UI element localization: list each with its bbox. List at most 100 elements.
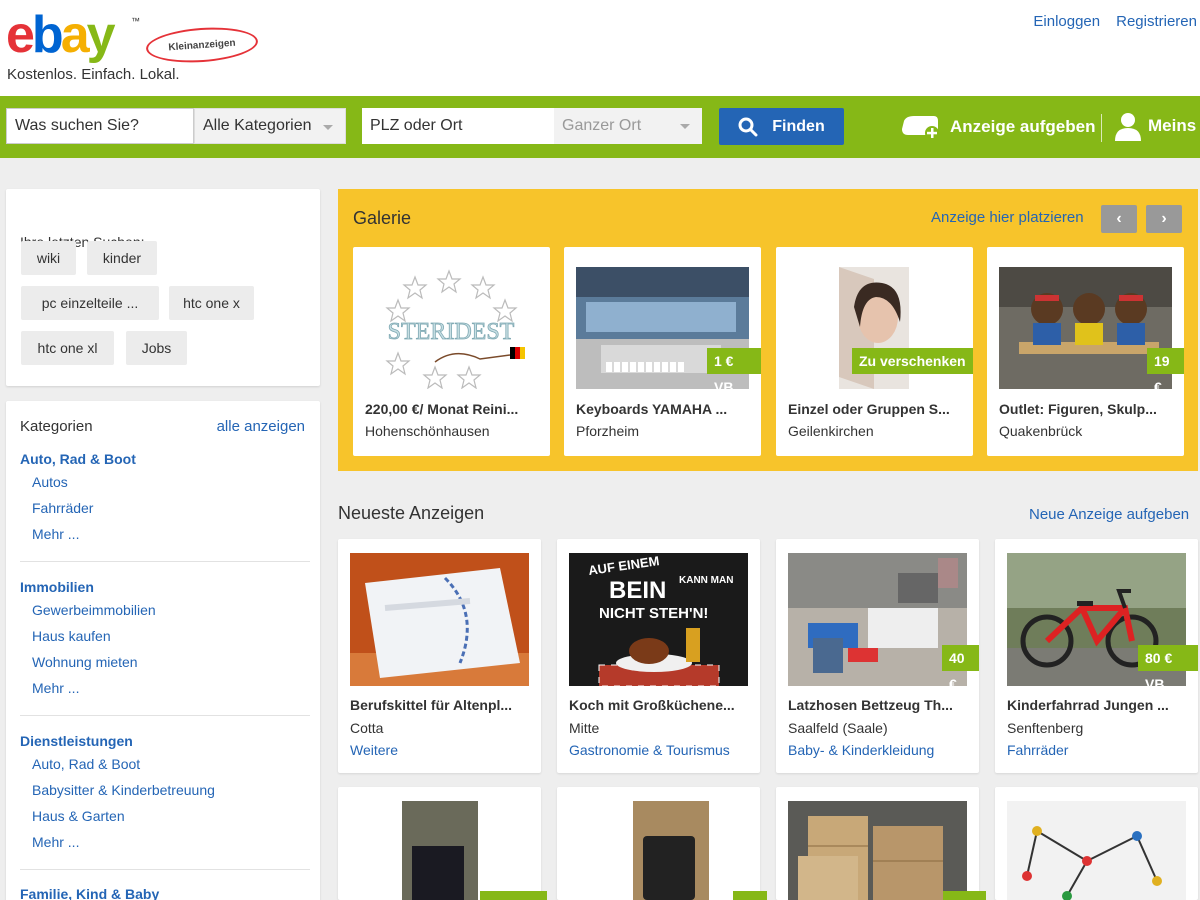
recent-chip[interactable]: Jobs bbox=[126, 331, 187, 365]
search-icon bbox=[738, 117, 758, 136]
gallery-section: Galerie Anzeige hier platzieren ‹ › STER… bbox=[338, 189, 1198, 471]
category-select-value: Alle Kategorien bbox=[203, 117, 312, 134]
gallery-prev-button[interactable]: ‹ bbox=[1101, 205, 1137, 233]
category-item[interactable]: Gewerbeimmobilien bbox=[20, 601, 306, 627]
listing-location: Mitte bbox=[569, 720, 600, 736]
svg-text:STERIDEST: STERIDEST bbox=[388, 319, 515, 345]
category-group-title[interactable]: Familie, Kind & Baby bbox=[20, 886, 306, 900]
listing-card[interactable] bbox=[995, 787, 1198, 900]
category-item[interactable]: Mehr ... bbox=[20, 525, 306, 551]
logo[interactable]: ebay ™ Kleinanzeigen bbox=[6, 6, 260, 66]
chevron-right-icon: › bbox=[1161, 210, 1167, 227]
listing-category-link[interactable]: Fahrräder bbox=[1007, 742, 1068, 758]
listing-image: STERIDEST bbox=[365, 267, 538, 390]
categories-panel: Kategorien alle anzeigen Auto, Rad & Boo… bbox=[6, 401, 320, 900]
listing-category-link[interactable]: Baby- & Kinderkleidung bbox=[788, 742, 934, 758]
top-nav: Einloggen Registrieren bbox=[1033, 13, 1197, 30]
price-badge: 40 € bbox=[942, 645, 979, 692]
recent-chip[interactable]: pc einzelteile ... bbox=[21, 286, 159, 320]
category-item[interactable]: Mehr ... bbox=[20, 833, 306, 859]
divider bbox=[20, 715, 310, 716]
listing-card[interactable] bbox=[776, 787, 986, 900]
recent-chip[interactable]: wiki bbox=[21, 241, 76, 275]
listing-image bbox=[788, 801, 967, 900]
gallery-card[interactable]: 1 € VB Keyboards YAMAHA ... Pforzheim bbox=[564, 247, 761, 456]
category-select[interactable]: Alle Kategorien bbox=[194, 108, 346, 144]
listing-location: Pforzheim bbox=[576, 423, 640, 439]
listing-image bbox=[569, 801, 748, 900]
register-link[interactable]: Registrieren bbox=[1116, 13, 1197, 30]
listing-location: Senftenberg bbox=[1007, 720, 1084, 736]
ebay-wordmark: ebay bbox=[6, 6, 116, 64]
listing-card[interactable]: 80 € VB Kinderfahrrad Jungen ... Senften… bbox=[995, 539, 1198, 773]
chevron-down-icon bbox=[323, 125, 333, 130]
listing-card[interactable] bbox=[338, 787, 547, 900]
find-button-label: Finden bbox=[772, 117, 825, 135]
tagline: Kostenlos. Einfach. Lokal. bbox=[7, 66, 180, 83]
radius-select-value: Ganzer Ort bbox=[562, 117, 642, 134]
listing-card[interactable]: Berufskittel für Altenpl... Cotta Weiter… bbox=[338, 539, 541, 773]
account-button[interactable]: Meins bbox=[1114, 111, 1196, 141]
post-ad-button[interactable]: Anzeige aufgeben bbox=[900, 113, 1095, 141]
price-badge: Zu verschenken bbox=[852, 348, 973, 374]
radius-select[interactable]: Ganzer Ort bbox=[554, 108, 702, 144]
gallery-card[interactable]: 19 € Outlet: Figuren, Skulp... Quakenbrü… bbox=[987, 247, 1184, 456]
listing-image bbox=[1007, 801, 1186, 900]
login-link[interactable]: Einloggen bbox=[1033, 13, 1100, 30]
new-ad-link[interactable]: Neue Anzeige aufgeben bbox=[1029, 506, 1189, 523]
listing-card[interactable] bbox=[557, 787, 767, 900]
category-item[interactable]: Haus & Garten bbox=[20, 807, 306, 833]
category-item[interactable]: Haus kaufen bbox=[20, 627, 306, 653]
listing-location: Cotta bbox=[350, 720, 384, 736]
search-bar: Was suchen Sie? Alle Kategorien PLZ oder… bbox=[0, 96, 1200, 158]
divider bbox=[20, 561, 310, 562]
search-input[interactable]: Was suchen Sie? bbox=[6, 108, 194, 144]
price-badge bbox=[943, 891, 986, 900]
cloud-plus-icon bbox=[902, 116, 939, 140]
chevron-down-icon bbox=[680, 124, 690, 129]
listing-location: Hohenschönhausen bbox=[365, 423, 490, 439]
recent-searches-panel: Ihre letzten Suchen: wiki kinder pc einz… bbox=[6, 189, 320, 386]
price-badge: 1 € VB bbox=[707, 348, 761, 395]
latest-title: Neueste Anzeigen bbox=[338, 503, 485, 523]
listing-title: Koch mit Großküchene... bbox=[569, 697, 735, 713]
gallery-title: Galerie bbox=[353, 208, 412, 228]
header: ebay ™ Kleinanzeigen Kostenlos. Einfach.… bbox=[0, 0, 1200, 96]
category-item[interactable]: Auto, Rad & Boot bbox=[20, 755, 306, 781]
svg-text:NICHT STEH'N!: NICHT STEH'N! bbox=[599, 605, 708, 622]
listing-image bbox=[788, 553, 967, 686]
category-group-title[interactable]: Auto, Rad & Boot bbox=[20, 451, 306, 467]
listing-category-link[interactable]: Weitere bbox=[350, 742, 398, 758]
category-item[interactable]: Autos bbox=[20, 473, 306, 499]
listing-title: Latzhosen Bettzeug Th... bbox=[788, 697, 953, 713]
gallery-card[interactable]: Zu verschenken Einzel oder Gruppen S... … bbox=[776, 247, 973, 456]
recent-chip[interactable]: htc one xl bbox=[21, 331, 114, 365]
gallery-next-button[interactable]: › bbox=[1146, 205, 1182, 233]
listing-card[interactable]: 40 € Latzhosen Bettzeug Th... Saalfeld (… bbox=[776, 539, 979, 773]
listing-card[interactable]: AUF EINEM BEIN KANN MAN NICHT STEH'N! Ko… bbox=[557, 539, 760, 773]
show-all-categories-link[interactable]: alle anzeigen bbox=[217, 418, 305, 435]
gallery-card[interactable]: STERIDEST 220,00 €/ Monat Reini... Hohen… bbox=[353, 247, 550, 456]
categories-title: Kategorien bbox=[20, 418, 93, 435]
category-item[interactable]: Mehr ... bbox=[20, 679, 306, 705]
category-group-title[interactable]: Immobilien bbox=[20, 579, 306, 595]
recent-chip[interactable]: kinder bbox=[87, 241, 157, 275]
chevron-left-icon: ‹ bbox=[1116, 210, 1122, 227]
divider bbox=[1101, 114, 1102, 142]
listing-title: Einzel oder Gruppen S... bbox=[788, 401, 950, 417]
post-ad-label: Anzeige aufgeben bbox=[950, 117, 1096, 136]
category-group-title[interactable]: Dienstleistungen bbox=[20, 733, 306, 749]
category-item[interactable]: Fahrräder bbox=[20, 499, 306, 525]
listing-title: Kinderfahrrad Jungen ... bbox=[1007, 697, 1169, 713]
account-label: Meins bbox=[1148, 116, 1197, 135]
price-badge bbox=[480, 891, 547, 900]
category-item[interactable]: Wohnung mieten bbox=[20, 653, 306, 679]
category-group: Auto, Rad & Boot Autos Fahrräder Mehr ..… bbox=[20, 451, 306, 551]
listing-category-link[interactable]: Gastronomie & Tourismus bbox=[569, 742, 730, 758]
location-input[interactable]: PLZ oder Ort bbox=[362, 108, 554, 144]
place-ad-link[interactable]: Anzeige hier platzieren bbox=[931, 209, 1084, 226]
listing-image bbox=[350, 553, 529, 686]
recent-chip[interactable]: htc one x bbox=[169, 286, 254, 320]
category-item[interactable]: Babysitter & Kinderbetreuung bbox=[20, 781, 306, 807]
find-button[interactable]: Finden bbox=[719, 108, 844, 145]
